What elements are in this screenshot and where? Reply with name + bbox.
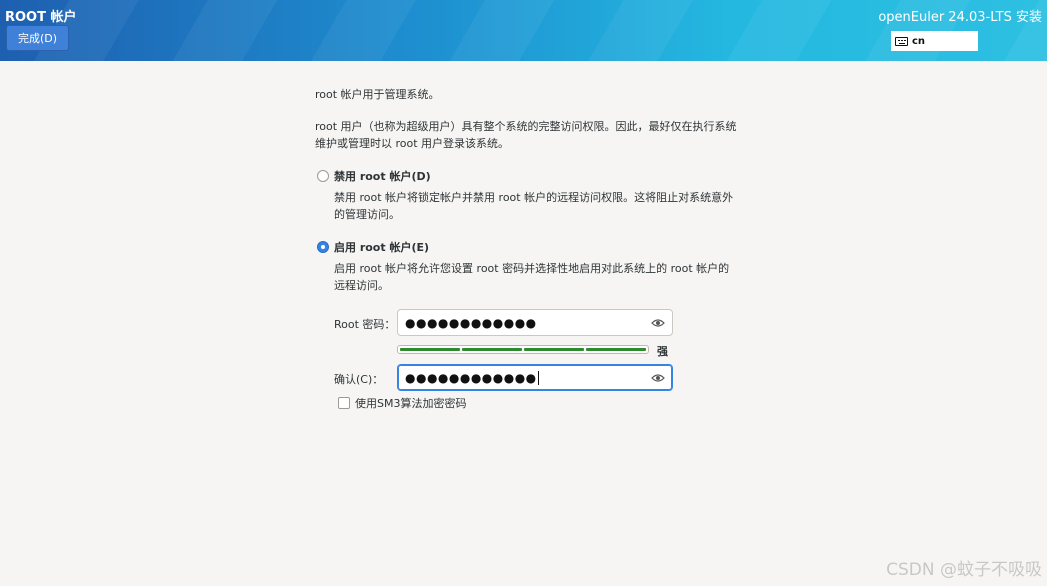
disable-root-label[interactable]: 禁用 root 帐户(D) [334,168,431,184]
enable-root-label[interactable]: 启用 root 帐户(E) [334,239,429,255]
password-strength-label: 强 [657,345,668,358]
watermark: CSDN @蚊子不吸吸 [886,560,1042,580]
keyboard-layout-label: cn [912,35,926,47]
sm3-option[interactable]: 使用SM3算法加密密码 [338,395,466,411]
page-title: ROOT 帐户 [5,10,77,25]
sm3-checkbox[interactable] [338,397,350,409]
confirm-password-input[interactable]: ●●●●●●●●●●●● [397,364,673,391]
disable-root-description: 禁用 root 帐户将锁定帐户并禁用 root 帐户的远程访问权限。这将阻止对系… [334,191,734,221]
description-text: root 用户（也称为超级用户）具有整个系统的完整访问权限。因此，最好仅在执行系… [315,120,737,150]
strength-segment [400,348,460,351]
disable-root-option[interactable]: 禁用 root 帐户(D) [317,168,431,184]
enable-root-option[interactable]: 启用 root 帐户(E) [317,239,429,255]
strength-segment [524,348,584,351]
done-button[interactable]: 完成(D) [6,25,69,51]
strength-segment [462,348,522,351]
text-cursor [537,370,539,385]
product-title: openEuler 24.03-LTS 安装 [878,10,1042,25]
confirm-password-label: 确认(C)： [334,373,384,386]
root-password-label: Root 密码： [334,318,396,331]
header-bar: ROOT 帐户 完成(D) openEuler 24.03-LTS 安装 cn [0,0,1047,61]
strength-segment [586,348,646,351]
enable-root-radio[interactable] [317,241,329,253]
keyboard-icon [895,36,908,46]
confirm-password-value: ●●●●●●●●●●●● [405,370,537,385]
show-password-icon[interactable] [651,318,665,328]
disable-root-radio[interactable] [317,170,329,182]
keyboard-layout-indicator[interactable]: cn [891,31,978,51]
intro-text: root 帐户用于管理系统。 [315,88,440,101]
sm3-label[interactable]: 使用SM3算法加密密码 [355,395,466,411]
root-password-value: ●●●●●●●●●●●● [405,315,537,330]
show-confirm-password-icon[interactable] [651,373,665,383]
enable-root-description: 启用 root 帐户将允许您设置 root 密码并选择性地启用对此系统上的 ro… [334,262,730,292]
root-password-input[interactable]: ●●●●●●●●●●●● [397,309,673,336]
password-strength-meter [397,345,649,354]
